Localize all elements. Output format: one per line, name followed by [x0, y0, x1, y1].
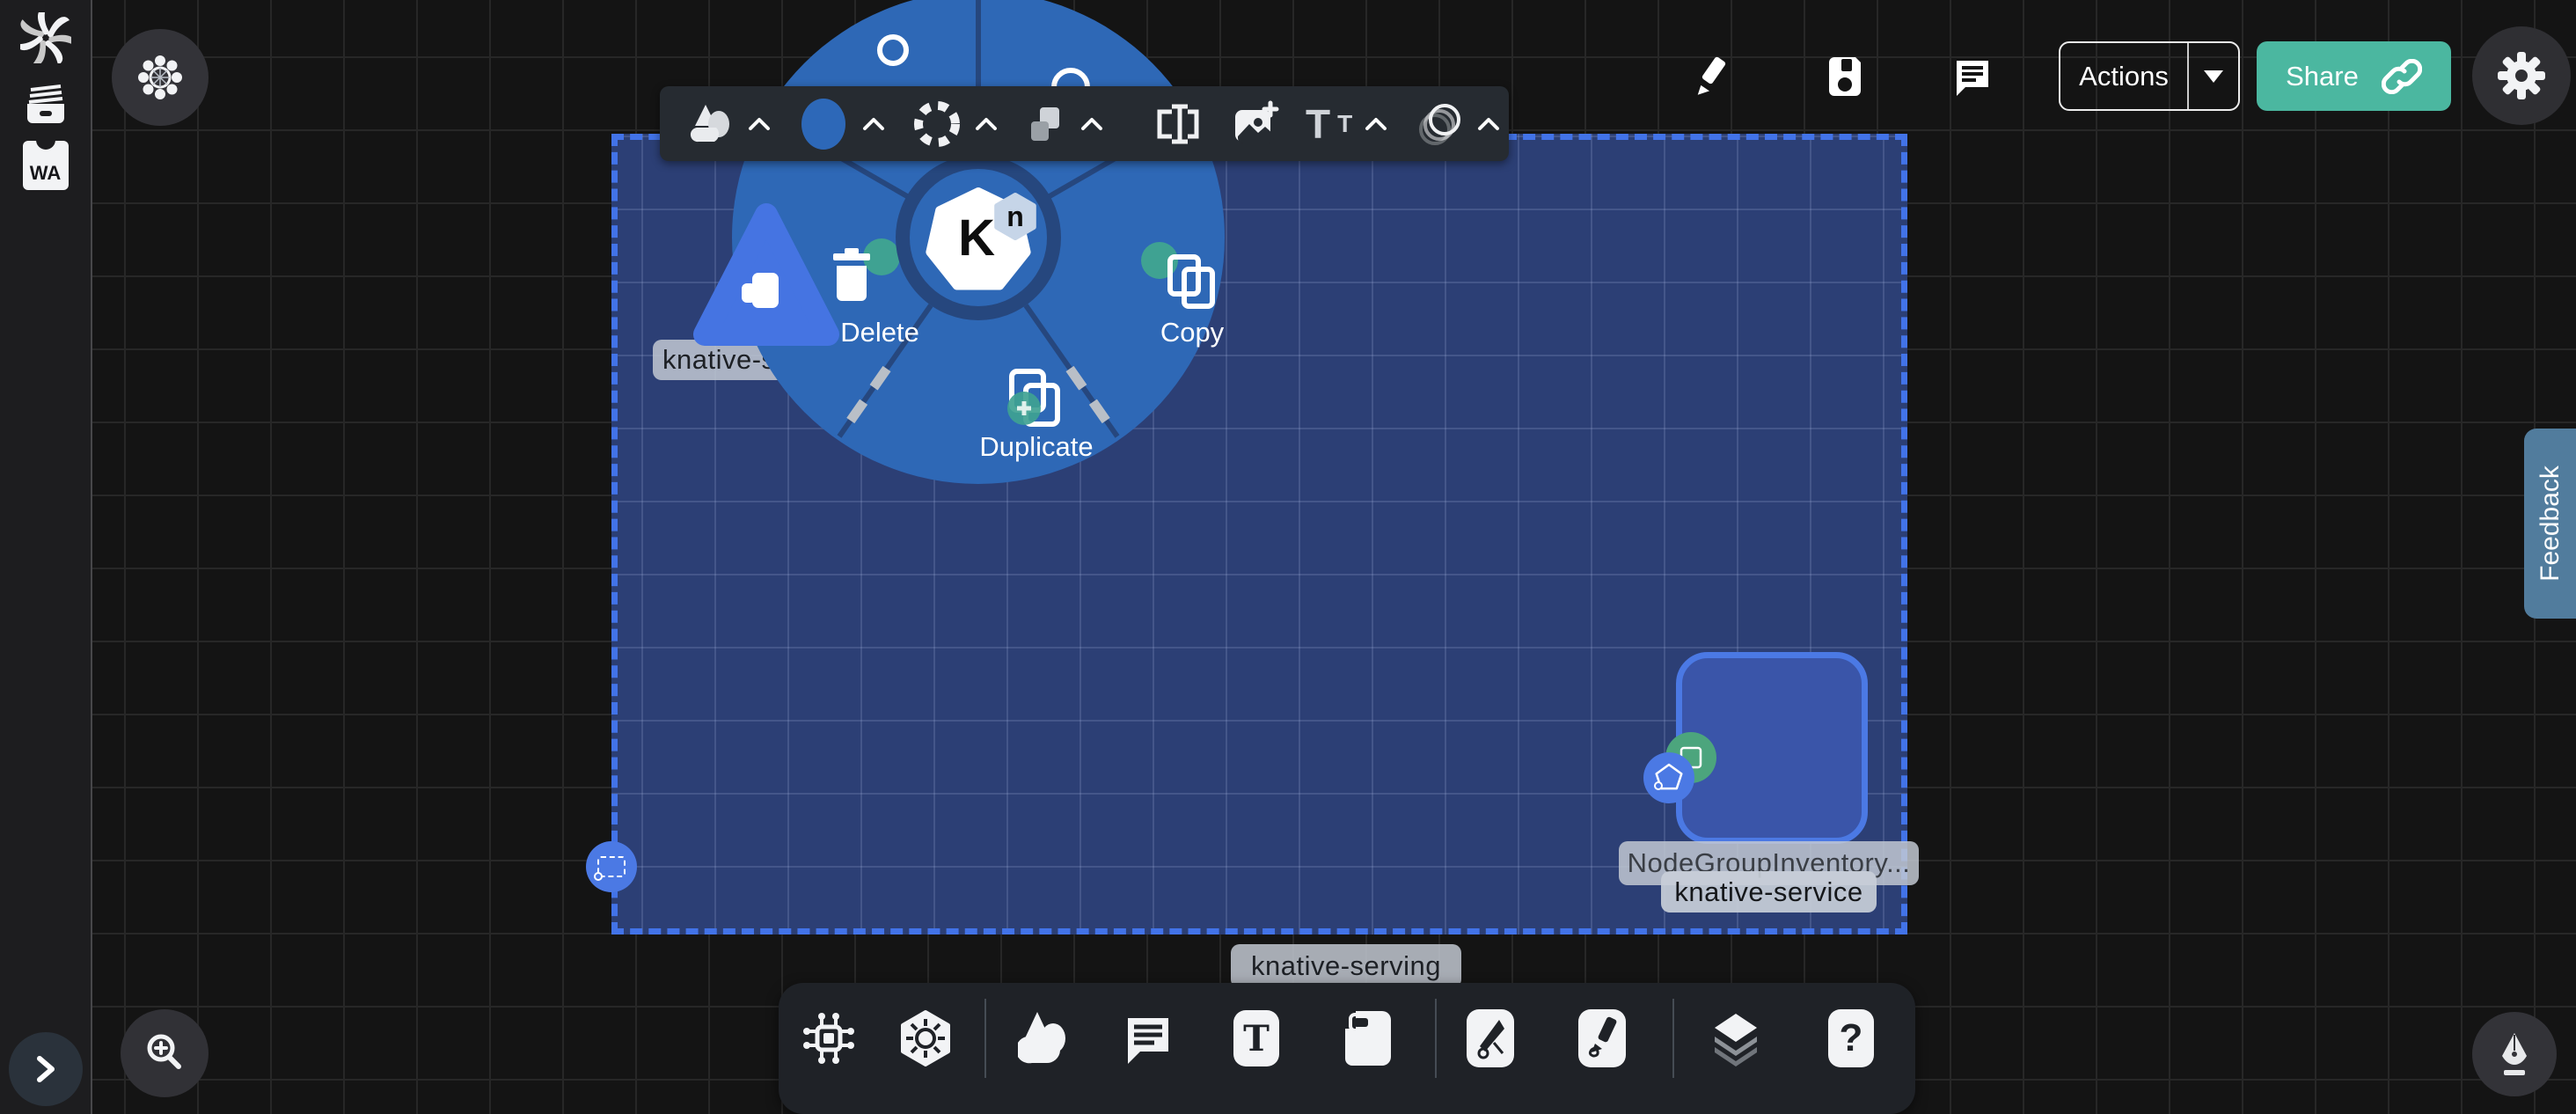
opacity-icon: [1414, 99, 1465, 149]
text-tool-button[interactable]: T: [1226, 1008, 1287, 1069]
freehand-pencil-icon: [1578, 1009, 1626, 1067]
svg-text:K: K: [958, 209, 995, 267]
actions-label: Actions: [2060, 61, 2187, 92]
app-logo-icon: [20, 12, 71, 63]
comment-tool-button[interactable]: [1117, 1008, 1179, 1069]
node-badge-knative[interactable]: [1643, 752, 1694, 803]
zoom-in-icon: [142, 1030, 187, 1076]
fill-color-control[interactable]: [797, 98, 885, 150]
save-button[interactable]: [1819, 50, 1871, 103]
opacity-control[interactable]: [1414, 99, 1500, 149]
text-style-icon-small: T: [1337, 112, 1352, 136]
toolbar-divider: [1672, 999, 1674, 1078]
comments-button[interactable]: [1946, 50, 1999, 103]
svg-text:Copy: Copy: [1160, 317, 1225, 348]
flower-cluster-icon: [135, 53, 185, 102]
actions-button[interactable]: Actions: [2059, 41, 2240, 111]
help-icon: ?: [1828, 1009, 1874, 1067]
selection-area-badge[interactable]: [586, 841, 637, 892]
caret-down-icon: [2204, 70, 2223, 83]
cluster-icon: [801, 1011, 856, 1066]
shapes-icon: [1018, 1010, 1071, 1066]
freehand-tool-button[interactable]: [1571, 1008, 1633, 1069]
pen-nib-icon: [2493, 1030, 2536, 1079]
app-window: knative-serving NodeGroupInventory... kn…: [0, 0, 2576, 1114]
copy-style-icon: [1024, 102, 1068, 146]
svg-text:Duplicate: Duplicate: [979, 431, 1093, 462]
pen-knife-icon: [1467, 1009, 1514, 1067]
cluster-tool-button[interactable]: [798, 1008, 860, 1069]
share-label: Share: [2286, 61, 2359, 92]
toolbar-divider: [1435, 999, 1437, 1078]
shape-style-control[interactable]: [690, 101, 771, 147]
save-icon: [1822, 54, 1868, 99]
toolbar-divider: [984, 999, 986, 1078]
text-style-icon-big: T: [1306, 104, 1330, 144]
actions-dropdown[interactable]: [2189, 70, 2238, 83]
webassembly-icon: WA: [23, 141, 69, 190]
archive-icon: [22, 79, 70, 127]
actions-divider: [2187, 43, 2189, 109]
text-tool-icon: T: [1233, 1010, 1279, 1066]
chevron-right-icon: [33, 1052, 59, 1087]
comment-icon: [1121, 1011, 1175, 1066]
feedback-label: Feedback: [2536, 465, 2565, 582]
settings-button[interactable]: [2472, 26, 2571, 125]
edit-mode-button[interactable]: [1687, 50, 1739, 103]
help-tool-button[interactable]: ?: [1820, 1008, 1882, 1069]
copy-style-control[interactable]: [1024, 102, 1103, 146]
feedback-tab[interactable]: Feedback: [2524, 429, 2576, 619]
shapes-tool-button[interactable]: [1014, 1008, 1075, 1069]
frame-icon: [1343, 1009, 1393, 1067]
text-style-control[interactable]: T T: [1306, 104, 1387, 144]
svg-text:Delete: Delete: [840, 317, 919, 348]
node-triangle[interactable]: [689, 195, 844, 355]
zoom-button[interactable]: [121, 1009, 209, 1097]
tools-toolbar: T: [779, 983, 1915, 1114]
left-sidebar: WA: [0, 0, 92, 1114]
node-label-service: knative-service: [1661, 871, 1877, 912]
sidebar-webassembly-button[interactable]: WA: [23, 141, 69, 190]
width-control[interactable]: [1153, 103, 1204, 145]
pentagon-icon: [1651, 760, 1687, 795]
zone-label-text: knative-serving: [1251, 950, 1441, 982]
expand-sidebar-button[interactable]: [9, 1032, 83, 1106]
app-logo[interactable]: [20, 12, 71, 63]
comment-icon: [1950, 54, 1995, 99]
pencil-icon: [1690, 54, 1736, 99]
chevron-up-icon: [862, 117, 885, 131]
width-icon: [1153, 103, 1204, 145]
cluster-quick-button[interactable]: [112, 29, 209, 126]
pen-mode-button[interactable]: [2472, 1012, 2557, 1096]
chevron-up-icon: [1365, 117, 1387, 131]
chevron-up-icon: [1080, 117, 1103, 131]
dashed-area-icon: [597, 856, 626, 877]
gear-icon: [2497, 51, 2546, 100]
chevron-up-icon: [748, 117, 771, 131]
link-icon: [2382, 59, 2422, 94]
layers-icon: [1709, 1010, 1763, 1066]
style-toolbar: T T: [660, 86, 1509, 161]
layers-tool-button[interactable]: [1705, 1008, 1767, 1069]
shapes-icon: [690, 101, 735, 147]
chevron-up-icon: [975, 117, 998, 131]
sidebar-archive-button[interactable]: [22, 79, 70, 127]
share-button[interactable]: Share: [2257, 41, 2451, 111]
kubernetes-tool-button[interactable]: [895, 1008, 956, 1069]
svg-text:n: n: [1006, 201, 1024, 232]
frame-tool-button[interactable]: [1337, 1008, 1399, 1069]
border-style-control[interactable]: [911, 99, 998, 150]
chevron-up-icon: [1477, 117, 1500, 131]
zone-label: knative-serving: [1231, 944, 1461, 988]
pen-knife-tool-button[interactable]: [1460, 1008, 1521, 1069]
color-swatch-icon: [797, 98, 850, 150]
kubernetes-icon: [896, 1009, 955, 1067]
add-image-icon: [1230, 99, 1279, 149]
node-label-service-text: knative-service: [1674, 876, 1862, 908]
add-image-control[interactable]: [1230, 99, 1279, 149]
dashed-circle-icon: [911, 99, 962, 150]
